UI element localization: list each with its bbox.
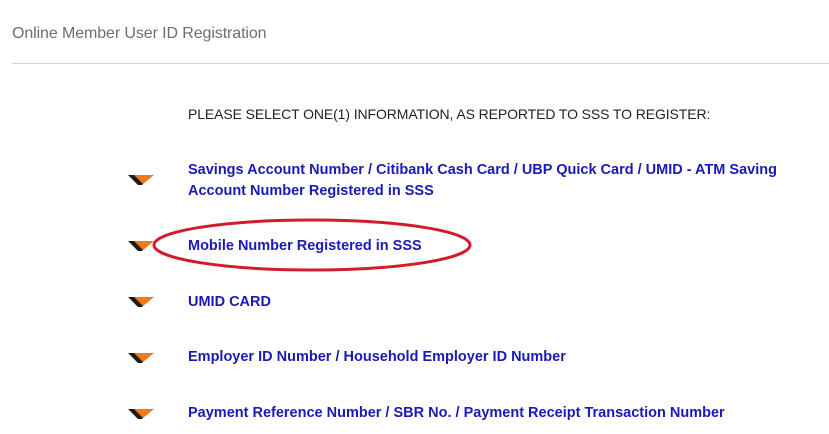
orange-arrow-bullet-icon <box>128 353 154 363</box>
option-payment-reference-link[interactable]: Payment Reference Number / SBR No. / Pay… <box>188 403 808 424</box>
orange-arrow-bullet-icon <box>128 409 154 419</box>
option-umid-card-link[interactable]: UMID CARD <box>188 292 808 313</box>
orange-arrow-bullet-icon <box>128 175 154 185</box>
registration-page: Online Member User ID Registration PLEAS… <box>0 0 829 434</box>
orange-arrow-bullet-icon <box>128 241 154 251</box>
page-title: Online Member User ID Registration <box>12 25 267 42</box>
title-divider <box>12 63 829 64</box>
option-savings-account-line1: Savings Account Number / Citibank Cash C… <box>188 162 777 178</box>
option-savings-account-line2: Account Number Registered in SSS <box>188 183 434 199</box>
instruction-text: PLEASE SELECT ONE(1) INFORMATION, AS REP… <box>188 106 711 122</box>
orange-arrow-bullet-icon <box>128 297 154 307</box>
option-employer-id-link[interactable]: Employer ID Number / Household Employer … <box>188 347 808 368</box>
option-savings-account-link[interactable]: Savings Account Number / Citibank Cash C… <box>188 160 808 202</box>
option-mobile-number-link[interactable]: Mobile Number Registered in SSS <box>188 236 808 257</box>
